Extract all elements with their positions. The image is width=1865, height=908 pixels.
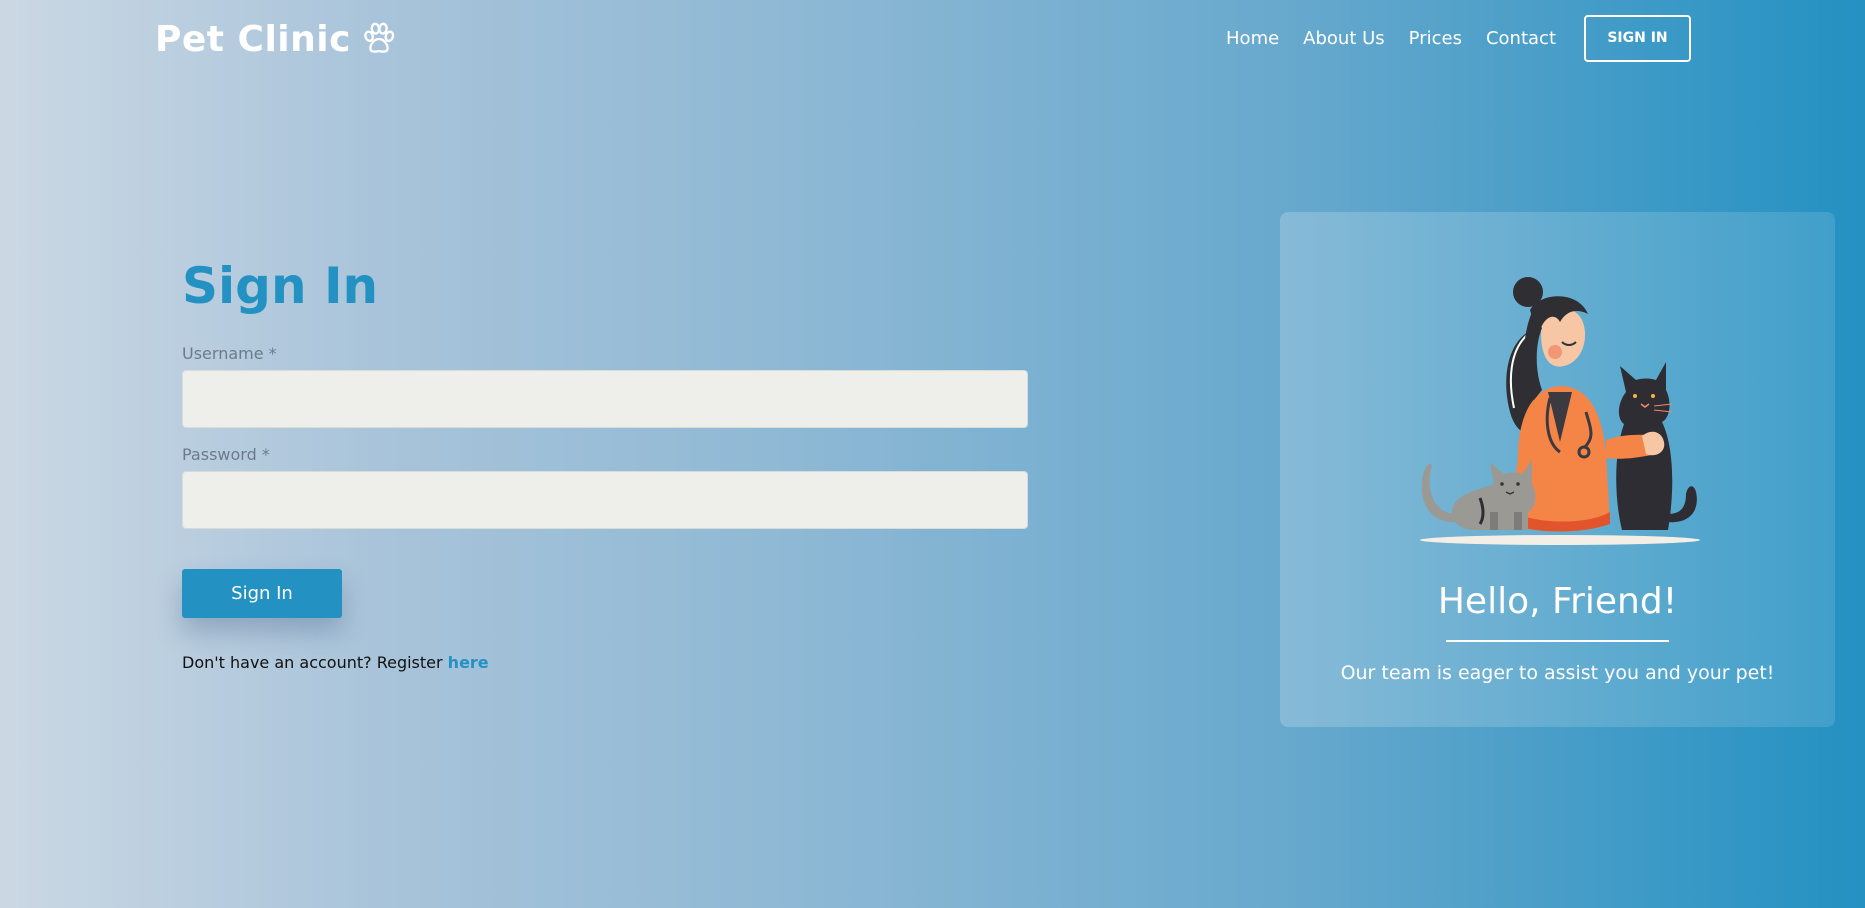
nav-home-link[interactable]: Home — [1226, 28, 1279, 49]
vet-with-cats-illustration — [1420, 277, 1700, 545]
nav-sign-in-button[interactable]: SIGN IN — [1584, 14, 1691, 62]
username-input[interactable] — [182, 370, 1028, 428]
nav-about-link[interactable]: About Us — [1303, 28, 1385, 49]
nav-contact-link[interactable]: Contact — [1486, 28, 1556, 49]
sign-in-form: Sign In Username * Password * Sign In Do… — [182, 256, 1028, 673]
form-title: Sign In — [182, 257, 379, 315]
password-label: Password * — [182, 445, 270, 464]
sign-in-submit-button[interactable]: Sign In — [182, 569, 342, 618]
register-prompt: Don't have an account? Register here — [182, 653, 1028, 673]
welcome-card: Hello, Friend! Our team is eager to assi… — [1280, 212, 1835, 727]
card-subtitle: Our team is eager to assist you and your… — [1340, 662, 1775, 684]
paw-icon — [364, 22, 395, 53]
nav-prices-link[interactable]: Prices — [1409, 28, 1462, 49]
brand-name: Pet Clinic — [155, 18, 351, 60]
register-prompt-text: Don't have an account? Register — [182, 653, 448, 672]
card-title: Hello, Friend! — [1437, 581, 1678, 622]
register-link[interactable]: here — [448, 653, 489, 672]
main-nav: Home About Us Prices Contact SIGN IN — [1226, 14, 1691, 62]
username-label: Username * — [182, 344, 277, 363]
card-divider — [1446, 640, 1669, 642]
brand-logo[interactable]: Pet Clinic — [155, 14, 397, 64]
password-input[interactable] — [182, 471, 1028, 529]
